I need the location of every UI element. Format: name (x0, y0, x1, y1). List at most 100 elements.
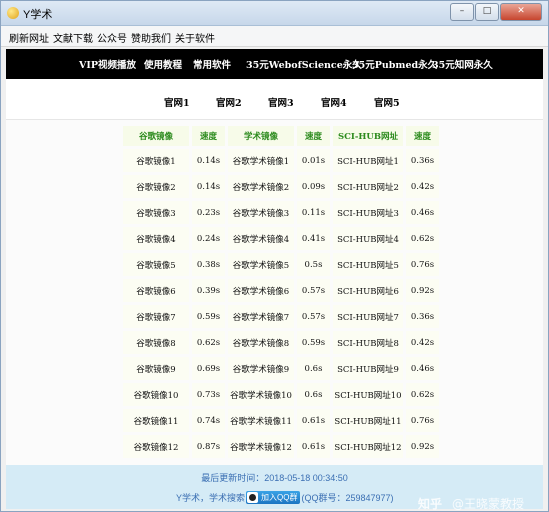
scholar-mirror-speed: 0.11s (297, 201, 330, 224)
scihub-url-link[interactable]: SCI-HUB网址10 (333, 383, 403, 406)
app-logo-icon (7, 7, 19, 19)
table-row: 谷歌镜像2 0.14s 谷歌学术镜像2 0.09s SCI-HUB网址2 0.42s (123, 175, 439, 198)
scihub-url-link[interactable]: SCI-HUB网址4 (333, 227, 403, 250)
scholar-mirror-speed: 0.59s (297, 331, 330, 354)
google-mirror-speed: 0.59s (192, 305, 225, 328)
minimize-icon[interactable]: – (450, 3, 474, 21)
scholar-mirror-speed: 0.57s (297, 305, 330, 328)
google-mirror-speed: 0.38s (192, 253, 225, 276)
scholar-mirror-link[interactable]: 谷歌学术镜像11 (228, 409, 294, 432)
top-nav-bar: VIP视频播放 使用教程 常用软件 35元WebofScience永久 35元P… (6, 49, 543, 79)
nav-cnki[interactable]: 35元知网永久 (432, 57, 493, 71)
app-window: Y学术 – □ ✕ 刷新网址 文献下载 公众号 赞助我们 关于软件 VIP视频播… (0, 0, 549, 512)
google-mirror-link[interactable]: 谷歌镜像2 (123, 175, 189, 198)
nav-official-site-4[interactable]: 官网4 (321, 95, 347, 109)
scihub-url-speed: 0.92s (406, 279, 439, 302)
menu-paper-download[interactable]: 文献下载 (53, 30, 93, 45)
scholar-mirror-link[interactable]: 谷歌学术镜像3 (228, 201, 294, 224)
menu-refresh-url[interactable]: 刷新网址 (9, 30, 49, 45)
nav-webofscience[interactable]: 35元WebofScience永久 (246, 57, 362, 71)
scholar-mirror-link[interactable]: 谷歌学术镜像8 (228, 331, 294, 354)
google-mirror-speed: 0.14s (192, 175, 225, 198)
google-mirror-link[interactable]: 谷歌镜像12 (123, 435, 189, 458)
nav-official-site-5[interactable]: 官网5 (374, 95, 400, 109)
google-mirror-link[interactable]: 谷歌镜像9 (123, 357, 189, 380)
google-mirror-speed: 0.23s (192, 201, 225, 224)
google-mirror-speed: 0.39s (192, 279, 225, 302)
google-mirror-link[interactable]: 谷歌镜像8 (123, 331, 189, 354)
nav-official-site-1[interactable]: 官网1 (164, 95, 190, 109)
table-header-row: 谷歌镜像 速度 学术镜像 速度 SCI-HUB网址 速度 (123, 126, 439, 146)
menu-about[interactable]: 关于软件 (175, 30, 215, 45)
scihub-url-link[interactable]: SCI-HUB网址12 (333, 435, 403, 458)
scholar-mirror-link[interactable]: 谷歌学术镜像2 (228, 175, 294, 198)
google-mirror-link[interactable]: 谷歌镜像4 (123, 227, 189, 250)
google-mirror-speed: 0.24s (192, 227, 225, 250)
scholar-mirror-link[interactable]: 谷歌学术镜像12 (228, 435, 294, 458)
scholar-mirror-link[interactable]: 谷歌学术镜像4 (228, 227, 294, 250)
scholar-mirror-link[interactable]: 谷歌学术镜像6 (228, 279, 294, 302)
scihub-url-link[interactable]: SCI-HUB网址3 (333, 201, 403, 224)
scihub-url-link[interactable]: SCI-HUB网址6 (333, 279, 403, 302)
nav-pubmed[interactable]: 35元Pubmed永久 (352, 57, 437, 71)
close-icon[interactable]: ✕ (500, 3, 542, 21)
table-body: 谷歌镜像1 0.14s 谷歌学术镜像1 0.01s SCI-HUB网址1 0.36s 谷歌镜… (123, 149, 439, 458)
scihub-url-speed: 0.62s (406, 227, 439, 250)
header-speed: 速度 (297, 126, 330, 146)
scihub-url-link[interactable]: SCI-HUB网址7 (333, 305, 403, 328)
nav-common-software[interactable]: 常用软件 (193, 57, 231, 71)
scihub-url-link[interactable]: SCI-HUB网址11 (333, 409, 403, 432)
google-mirror-speed: 0.87s (192, 435, 225, 458)
table-row: 谷歌镜像5 0.38s 谷歌学术镜像5 0.5s SCI-HUB网址5 0.76s (123, 253, 439, 276)
google-mirror-link[interactable]: 谷歌镜像7 (123, 305, 189, 328)
qq-icon (247, 492, 259, 503)
google-mirror-speed: 0.73s (192, 383, 225, 406)
scholar-mirror-link[interactable]: 谷歌学术镜像9 (228, 357, 294, 380)
nav-official-site-2[interactable]: 官网2 (216, 95, 242, 109)
qq-group-number: (QQ群号：259847977) (301, 493, 394, 503)
table-row: 谷歌镜像11 0.74s 谷歌学术镜像11 0.61s SCI-HUB网址11 0.76s (123, 409, 439, 432)
google-mirror-link[interactable]: 谷歌镜像6 (123, 279, 189, 302)
nav-tutorial[interactable]: 使用教程 (144, 57, 182, 71)
header-scholar-mirror: 学术镜像 (228, 126, 294, 146)
scholar-mirror-link[interactable]: 谷歌学术镜像10 (228, 383, 294, 406)
scihub-url-link[interactable]: SCI-HUB网址9 (333, 357, 403, 380)
scholar-mirror-speed: 0.01s (297, 149, 330, 172)
table-row: 谷歌镜像1 0.14s 谷歌学术镜像1 0.01s SCI-HUB网址1 0.36s (123, 149, 439, 172)
watermark-handle: @王晓蒙教授 (452, 497, 525, 511)
google-mirror-link[interactable]: 谷歌镜像3 (123, 201, 189, 224)
table-row: 谷歌镜像6 0.39s 谷歌学术镜像6 0.57s SCI-HUB网址6 0.92s (123, 279, 439, 302)
nav-official-site-3[interactable]: 官网3 (268, 95, 294, 109)
google-mirror-link[interactable]: 谷歌镜像10 (123, 383, 189, 406)
footer-search-text: Y学术，学术搜索 (176, 493, 246, 503)
scholar-mirror-link[interactable]: 谷歌学术镜像1 (228, 149, 294, 172)
scholar-mirror-speed: 0.6s (297, 357, 330, 380)
mirror-table: 谷歌镜像 速度 学术镜像 速度 SCI-HUB网址 速度 谷歌镜像1 0.14s 谷… (120, 123, 442, 461)
scholar-mirror-speed: 0.61s (297, 435, 330, 458)
maximize-icon[interactable]: □ (475, 3, 499, 21)
mirror-table-panel: 谷歌镜像 速度 学术镜像 速度 SCI-HUB网址 速度 谷歌镜像1 0.14s 谷… (6, 120, 543, 465)
scholar-mirror-link[interactable]: 谷歌学术镜像7 (228, 305, 294, 328)
scholar-mirror-speed: 0.6s (297, 383, 330, 406)
menu-bar: 刷新网址 文献下载 公众号 赞助我们 关于软件 (1, 26, 548, 47)
scihub-url-link[interactable]: SCI-HUB网址5 (333, 253, 403, 276)
join-qq-group-button[interactable]: 加入QQ群 (246, 491, 301, 504)
google-mirror-link[interactable]: 谷歌镜像11 (123, 409, 189, 432)
scholar-mirror-speed: 0.57s (297, 279, 330, 302)
scihub-url-link[interactable]: SCI-HUB网址2 (333, 175, 403, 198)
menu-official-account[interactable]: 公众号 (97, 30, 127, 45)
google-mirror-link[interactable]: 谷歌镜像5 (123, 253, 189, 276)
table-row: 谷歌镜像10 0.73s 谷歌学术镜像10 0.6s SCI-HUB网址10 0.62s (123, 383, 439, 406)
scihub-url-speed: 0.36s (406, 149, 439, 172)
scholar-mirror-link[interactable]: 谷歌学术镜像5 (228, 253, 294, 276)
nav-vip-video[interactable]: VIP视频播放 (79, 57, 136, 71)
scihub-url-link[interactable]: SCI-HUB网址8 (333, 331, 403, 354)
scihub-url-link[interactable]: SCI-HUB网址1 (333, 149, 403, 172)
header-speed: 速度 (192, 126, 225, 146)
table-row: 谷歌镜像3 0.23s 谷歌学术镜像3 0.11s SCI-HUB网址3 0.46s (123, 201, 439, 224)
google-mirror-link[interactable]: 谷歌镜像1 (123, 149, 189, 172)
google-mirror-speed: 0.62s (192, 331, 225, 354)
menu-sponsor[interactable]: 赞助我们 (131, 30, 171, 45)
window-controls: – □ ✕ (449, 3, 542, 21)
header-scihub-url: SCI-HUB网址 (333, 126, 403, 146)
